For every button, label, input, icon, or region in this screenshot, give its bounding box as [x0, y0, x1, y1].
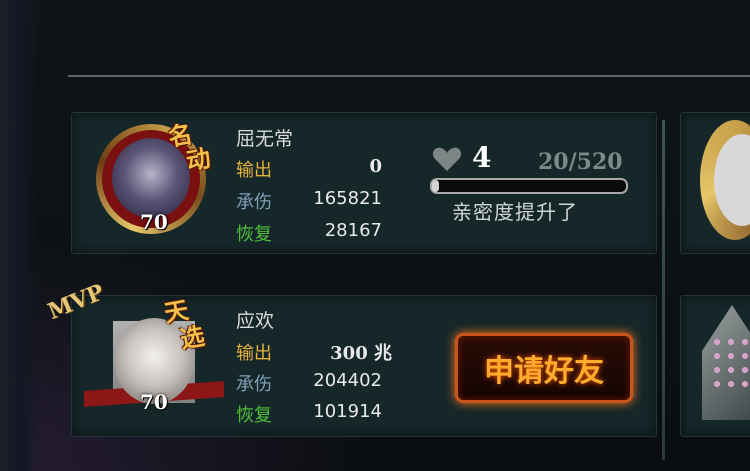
damage-taken-label: 承伤: [236, 192, 272, 213]
flower-decoration: [710, 335, 750, 395]
player-2-avatar[interactable]: 天 选 70: [90, 298, 220, 428]
heart-icon: [432, 147, 462, 171]
healing-value: 101914: [313, 401, 382, 422]
left-edge-decoration: [0, 0, 38, 471]
title-badge-char-2: 选: [178, 321, 207, 354]
player-1-avatar[interactable]: 名 动 70: [88, 116, 218, 246]
player-level: 70: [140, 390, 168, 414]
healing-label: 恢复: [236, 405, 272, 426]
player-level: 70: [140, 210, 168, 234]
intimacy-progress-bar: [430, 178, 628, 194]
damage-taken-value: 204402: [313, 370, 382, 391]
damage-taken-label: 承伤: [236, 374, 272, 395]
intimacy-progress-fill: [432, 180, 440, 192]
output-label: 输出: [236, 160, 272, 181]
output-label: 输出: [236, 343, 272, 364]
top-divider: [68, 75, 750, 77]
title-badge-char-2: 动: [184, 143, 213, 176]
intimacy-message: 亲密度提升了: [452, 200, 578, 224]
player-1-name: 屈无常: [236, 128, 294, 150]
intimacy-count: 4: [472, 141, 492, 174]
damage-taken-value: 165821: [313, 188, 382, 209]
character-portrait: [714, 134, 750, 226]
intimacy-progress-text: 20/520: [538, 149, 623, 175]
column-separator: [662, 120, 665, 460]
player-2-name: 应欢: [236, 310, 275, 332]
add-friend-button[interactable]: 申请好友: [455, 333, 633, 403]
output-value: 0: [369, 156, 382, 177]
healing-label: 恢复: [236, 224, 272, 245]
healing-value: 28167: [324, 220, 382, 241]
output-value: 300 兆: [330, 343, 392, 364]
